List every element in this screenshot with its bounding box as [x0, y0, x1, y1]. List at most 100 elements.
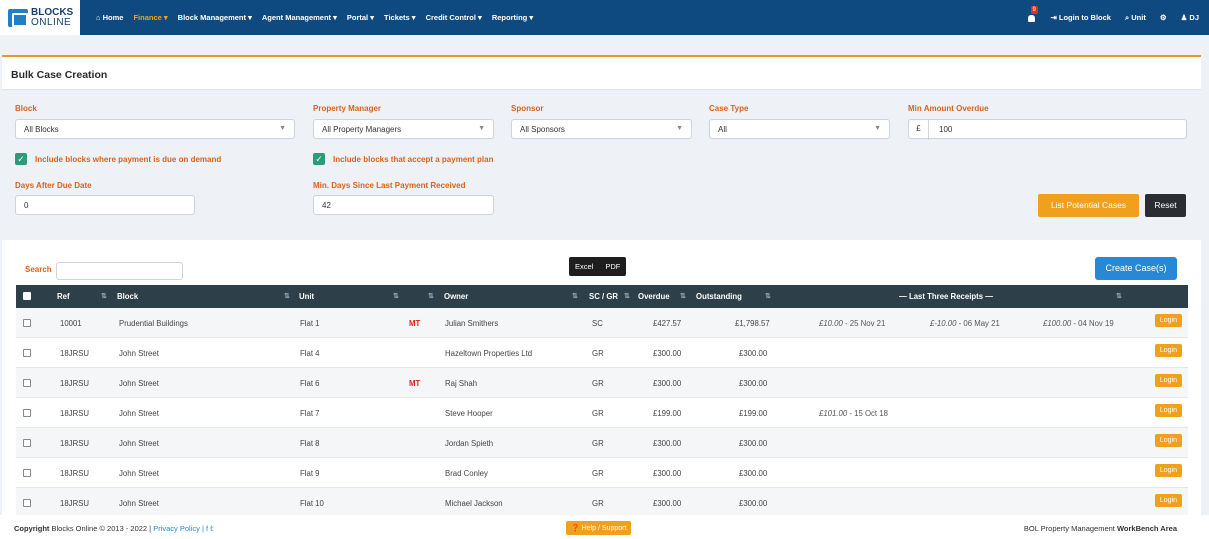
sort-icon[interactable]: ⇅	[572, 292, 578, 300]
cell-ref: 18JRSU	[60, 409, 90, 418]
cell-ref: 18JRSU	[60, 379, 90, 388]
header-sc-gr[interactable]: SC / GR	[589, 292, 618, 301]
cell-outstanding: £300.00	[739, 379, 768, 388]
row-checkbox[interactable]	[23, 349, 31, 357]
excel-button[interactable]: Excel	[569, 257, 599, 276]
cell-ref: 18JRSU	[60, 349, 90, 358]
table-row: 18JRSU John Street Flat 9 Brad Conley GR…	[16, 458, 1188, 488]
nav-block-management[interactable]: Block Management ▾	[178, 13, 252, 22]
social-icons[interactable]: | f 𝕥	[200, 524, 214, 533]
table-row: 10001 Prudential Buildings Flat 1 MT Jul…	[16, 308, 1188, 338]
row-login-button[interactable]: Login	[1154, 434, 1182, 447]
min-days-input[interactable]: 42	[313, 195, 494, 215]
export-buttons: Excel PDF	[569, 257, 627, 276]
block-select[interactable]: All Blocks ▼	[15, 119, 295, 139]
nav-tickets[interactable]: Tickets ▾	[384, 13, 416, 22]
logo[interactable]: BLOCKS ONLINE	[0, 0, 80, 35]
create-cases-button[interactable]: Create Case(s)	[1095, 257, 1177, 280]
cell-block: Prudential Buildings	[119, 319, 188, 328]
row-checkbox[interactable]	[23, 379, 31, 387]
cell-receipt-3: £100.00 - 04 Nov 19	[1043, 319, 1114, 328]
check-plan-label: Include blocks that accept a payment pla…	[333, 155, 494, 164]
row-login-button[interactable]: Login	[1154, 314, 1182, 327]
sort-icon[interactable]: ⇅	[1116, 292, 1122, 300]
row-login-button[interactable]: Login	[1154, 494, 1182, 507]
help-support-button[interactable]: ❓ Help / Support	[566, 521, 632, 535]
row-login-button[interactable]: Login	[1154, 374, 1182, 387]
row-login-button[interactable]: Login	[1154, 344, 1182, 357]
days-due-input[interactable]: 0	[15, 195, 195, 215]
row-login-button[interactable]: Login	[1154, 464, 1182, 477]
login-to-block-link[interactable]: ⇥ Login to Block	[1051, 13, 1111, 22]
cell-sc-gr: GR	[592, 349, 604, 358]
header-unit[interactable]: Unit	[299, 292, 314, 301]
cell-sc-gr: GR	[592, 409, 604, 418]
nav-reporting[interactable]: Reporting ▾	[492, 13, 533, 22]
footer-area: WorkBench Area	[1116, 524, 1177, 533]
min-amount-value: 100	[939, 125, 953, 134]
nav-portal[interactable]: Portal ▾	[347, 13, 374, 22]
sort-icon[interactable]: ⇅	[393, 292, 399, 300]
check-demand-checkbox[interactable]: ✓	[15, 153, 27, 165]
row-checkbox[interactable]	[23, 439, 31, 447]
case-type-label: Case Type	[709, 104, 749, 113]
header-overdue[interactable]: Overdue	[638, 292, 670, 301]
min-amount-input[interactable]: £ 100	[908, 119, 1187, 140]
cell-sc-gr: GR	[592, 439, 604, 448]
nav-home[interactable]: ⌂ Home	[96, 13, 123, 22]
days-due-label: Days After Due Date	[15, 181, 92, 190]
search-input[interactable]	[56, 262, 183, 280]
cell-owner: Hazeltown Properties Ltd	[445, 349, 533, 358]
sort-icon[interactable]: ⇅	[680, 292, 686, 300]
row-checkbox[interactable]	[23, 499, 31, 507]
nav-finance[interactable]: Finance ▾	[133, 13, 167, 22]
nav-credit-control[interactable]: Credit Control ▾	[426, 13, 482, 22]
sort-icon[interactable]: ⇅	[428, 292, 434, 300]
cell-overdue: £300.00	[653, 439, 682, 448]
cell-sc-gr: GR	[592, 469, 604, 478]
notifications-bell-icon[interactable]: 9	[1027, 6, 1038, 23]
sort-icon[interactable]: ⇅	[624, 292, 630, 300]
privacy-policy-link[interactable]: Privacy Policy	[153, 524, 200, 533]
cell-block: John Street	[119, 439, 159, 448]
cell-unit: Flat 7	[300, 409, 320, 418]
min-days-label: Min. Days Since Last Payment Received	[313, 181, 466, 190]
nav-agent-management[interactable]: Agent Management ▾	[262, 13, 337, 22]
row-checkbox[interactable]	[23, 469, 31, 477]
table-row: 18JRSU John Street Flat 10 Michael Jacks…	[16, 488, 1188, 518]
filters-section: Block All Blocks ▼ Property Manager All …	[2, 90, 1201, 240]
select-all-checkbox[interactable]	[23, 292, 31, 300]
check-plan-checkbox[interactable]: ✓	[313, 153, 325, 165]
header-ref[interactable]: Ref	[57, 292, 70, 301]
sort-icon[interactable]: ⇅	[284, 292, 290, 300]
list-potential-cases-button[interactable]: List Potential Cases	[1038, 194, 1139, 217]
cell-outstanding: £199.00	[739, 409, 768, 418]
receipt-amount: £10.00	[819, 319, 843, 328]
logo-icon	[8, 8, 28, 27]
settings-gear-icon[interactable]: ⚙	[1160, 13, 1167, 22]
unit-search-link[interactable]: ⌕ Unit	[1125, 13, 1146, 23]
footer-workbench: BOL Property Management WorkBench Area	[1024, 524, 1177, 533]
pdf-button[interactable]: PDF	[599, 257, 626, 276]
receipt-amount: £101.00	[819, 409, 848, 418]
cell-outstanding: £300.00	[739, 439, 768, 448]
row-login-button[interactable]: Login	[1154, 404, 1182, 417]
sort-icon[interactable]: ⇅	[101, 292, 107, 300]
cell-ref: 10001	[60, 319, 82, 328]
cell-receipt-1: £101.00 - 15 Oct 18	[819, 409, 888, 418]
header-outstanding[interactable]: Outstanding	[696, 292, 742, 301]
row-checkbox[interactable]	[23, 409, 31, 417]
table-row: 18JRSU John Street Flat 4 Hazeltown Prop…	[16, 338, 1188, 368]
row-checkbox[interactable]	[23, 319, 31, 327]
property-manager-select[interactable]: All Property Managers ▼	[313, 119, 494, 139]
sort-icon[interactable]: ⇅	[765, 292, 771, 300]
header-block[interactable]: Block	[117, 292, 138, 301]
header-owner[interactable]: Owner	[444, 292, 468, 301]
chevron-down-icon: ▼	[279, 125, 286, 132]
sponsor-select[interactable]: All Sponsors ▼	[511, 119, 692, 139]
footer-copyright: Copyright Blocks Online © 2013 - 2022 | …	[14, 524, 214, 533]
cell-owner: Michael Jackson	[445, 499, 503, 508]
user-menu[interactable]: ♟ DJ	[1181, 13, 1199, 22]
reset-button[interactable]: Reset	[1145, 194, 1186, 217]
case-type-select[interactable]: All ▼	[709, 119, 890, 139]
